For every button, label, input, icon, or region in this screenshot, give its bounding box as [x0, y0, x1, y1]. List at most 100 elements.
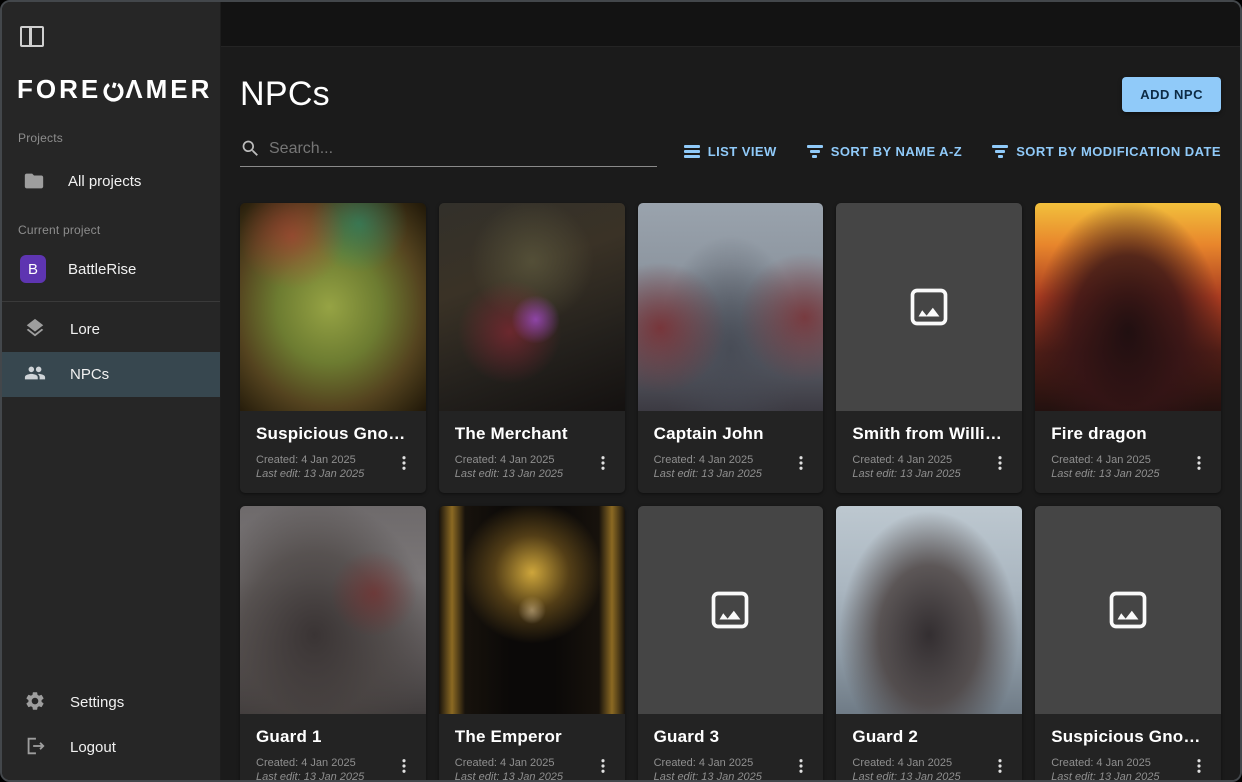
image-placeholder-icon [1106, 588, 1150, 632]
sidebar: FORE ΛMER Projects All projects Current … [2, 2, 221, 780]
logout-label: Logout [70, 739, 116, 756]
npc-card-created: Created: 4 Jan 2025 [1051, 756, 1205, 770]
npc-card[interactable]: The Emperor Created: 4 Jan 2025 Last edi… [439, 506, 625, 780]
list-view-label: LIST VIEW [708, 144, 777, 159]
sidebar-item-current-project[interactable]: B BattleRise [2, 245, 220, 293]
page-title: NPCs [240, 75, 330, 114]
npc-card-meta: Created: 4 Jan 2025 Last edit: 13 Jan 20… [256, 453, 410, 481]
logo-g-icon [101, 78, 126, 103]
npc-card-lastedit: Last edit: 13 Jan 2025 [654, 770, 808, 780]
npc-card-title: Guard 1 [256, 727, 410, 747]
logout-icon [24, 735, 46, 761]
npc-card-menu-button[interactable] [789, 752, 813, 780]
npc-card-created: Created: 4 Jan 2025 [654, 756, 808, 770]
npc-card-menu-button[interactable] [988, 449, 1012, 477]
current-project-label: Current project [18, 223, 220, 237]
npc-card-image [240, 506, 426, 714]
people-icon [24, 362, 46, 388]
npc-card-meta: Created: 4 Jan 2025 Last edit: 13 Jan 20… [1051, 756, 1205, 780]
npc-card-meta: Created: 4 Jan 2025 Last edit: 13 Jan 20… [852, 756, 1006, 780]
sidebar-item-all-projects[interactable]: All projects [2, 157, 220, 205]
npc-card-image [836, 203, 1022, 411]
npc-card-meta: Created: 4 Jan 2025 Last edit: 13 Jan 20… [256, 756, 410, 780]
npc-card-menu-button[interactable] [392, 752, 416, 780]
npc-card-meta: Created: 4 Jan 2025 Last edit: 13 Jan 20… [852, 453, 1006, 481]
sidebar-collapse-icon [20, 26, 44, 47]
sidebar-item-lore[interactable]: Lore [2, 307, 220, 352]
list-view-button[interactable]: LIST VIEW [684, 144, 777, 159]
search-input[interactable] [269, 140, 657, 158]
toolbar-actions: LIST VIEW SORT BY NAME A-Z SORT BY MODIF… [684, 144, 1221, 167]
npc-card-menu-button[interactable] [789, 449, 813, 477]
npc-card-body: The Emperor Created: 4 Jan 2025 Last edi… [439, 714, 625, 780]
npc-card-menu-button[interactable] [1187, 752, 1211, 780]
npc-card-title: The Merchant [455, 424, 609, 444]
page-header: NPCs ADD NPC [240, 75, 1221, 114]
npc-card-lastedit: Last edit: 13 Jan 2025 [256, 467, 410, 481]
project-avatar-initial: B [20, 255, 46, 283]
npc-card-menu-button[interactable] [988, 752, 1012, 780]
sort-by-modification-button[interactable]: SORT BY MODIFICATION DATE [992, 144, 1221, 159]
npc-card-body: Captain John Created: 4 Jan 2025 Last ed… [638, 411, 824, 493]
list-view-icon [684, 145, 700, 158]
kebab-icon [1190, 757, 1208, 775]
npc-card[interactable]: Smith from Willia… Created: 4 Jan 2025 L… [836, 203, 1022, 493]
npc-card-menu-button[interactable] [392, 449, 416, 477]
npc-card-title: Guard 2 [852, 727, 1006, 747]
projects-section-label: Projects [18, 131, 220, 145]
sidebar-item-label: Lore [70, 321, 100, 338]
app-bar [221, 2, 1240, 47]
add-npc-button[interactable]: ADD NPC [1122, 77, 1221, 112]
npc-card-body: The Merchant Created: 4 Jan 2025 Last ed… [439, 411, 625, 493]
npc-card-title: Suspicious Gnome [256, 424, 410, 444]
npc-card-menu-button[interactable] [591, 449, 615, 477]
npc-card[interactable]: Captain John Created: 4 Jan 2025 Last ed… [638, 203, 824, 493]
npc-card[interactable]: Suspicious Gnome Created: 4 Jan 2025 Las… [1035, 506, 1221, 780]
npc-card[interactable]: Guard 1 Created: 4 Jan 2025 Last edit: 1… [240, 506, 426, 780]
project-avatar: B [22, 257, 46, 281]
npc-card-lastedit: Last edit: 13 Jan 2025 [1051, 770, 1205, 780]
sort-by-name-button[interactable]: SORT BY NAME A-Z [807, 144, 962, 159]
kebab-icon [991, 757, 1009, 775]
gear-icon [24, 690, 46, 716]
npc-card-image [638, 203, 824, 411]
sort-by-modification-label: SORT BY MODIFICATION DATE [1016, 144, 1221, 159]
npc-card-lastedit: Last edit: 13 Jan 2025 [852, 770, 1006, 780]
npc-card-lastedit: Last edit: 13 Jan 2025 [455, 770, 609, 780]
kebab-icon [991, 454, 1009, 472]
kebab-icon [792, 757, 810, 775]
npc-card-menu-button[interactable] [591, 752, 615, 780]
npc-card[interactable]: The Merchant Created: 4 Jan 2025 Last ed… [439, 203, 625, 493]
npc-card-image [836, 506, 1022, 714]
npc-card-menu-button[interactable] [1187, 449, 1211, 477]
sort-by-name-label: SORT BY NAME A-Z [831, 144, 962, 159]
npc-card-created: Created: 4 Jan 2025 [256, 453, 410, 467]
sidebar-item-label: NPCs [70, 366, 109, 383]
npc-card-lastedit: Last edit: 13 Jan 2025 [654, 467, 808, 481]
npc-card-body: Smith from Willia… Created: 4 Jan 2025 L… [836, 411, 1022, 493]
npc-card[interactable]: Guard 3 Created: 4 Jan 2025 Last edit: 1… [638, 506, 824, 780]
filter-icon [992, 145, 1008, 158]
npc-card-meta: Created: 4 Jan 2025 Last edit: 13 Jan 20… [654, 756, 808, 780]
npc-card-lastedit: Last edit: 13 Jan 2025 [852, 467, 1006, 481]
npc-card-title: Fire dragon [1051, 424, 1205, 444]
npc-card[interactable]: Fire dragon Created: 4 Jan 2025 Last edi… [1035, 203, 1221, 493]
sidebar-item-logout[interactable]: Logout [2, 725, 220, 770]
npc-card-lastedit: Last edit: 13 Jan 2025 [455, 467, 609, 481]
npc-card-image [1035, 203, 1221, 411]
image-placeholder-icon [907, 285, 951, 329]
collapse-sidebar-button[interactable] [20, 26, 48, 52]
npc-card-body: Suspicious Gnome Created: 4 Jan 2025 Las… [240, 411, 426, 493]
npc-card-title: Captain John [654, 424, 808, 444]
kebab-icon [395, 757, 413, 775]
sidebar-item-npcs[interactable]: NPCs [2, 352, 220, 397]
npc-card[interactable]: Suspicious Gnome Created: 4 Jan 2025 Las… [240, 203, 426, 493]
npc-card-title: Suspicious Gnome [1051, 727, 1205, 747]
npc-card[interactable]: Guard 2 Created: 4 Jan 2025 Last edit: 1… [836, 506, 1022, 780]
search-field[interactable] [240, 138, 657, 167]
npc-card-created: Created: 4 Jan 2025 [455, 756, 609, 770]
settings-label: Settings [70, 694, 124, 711]
image-placeholder-icon [708, 588, 752, 632]
sidebar-item-settings[interactable]: Settings [2, 680, 220, 725]
main-area: NPCs ADD NPC LIST VIEW [221, 2, 1240, 780]
